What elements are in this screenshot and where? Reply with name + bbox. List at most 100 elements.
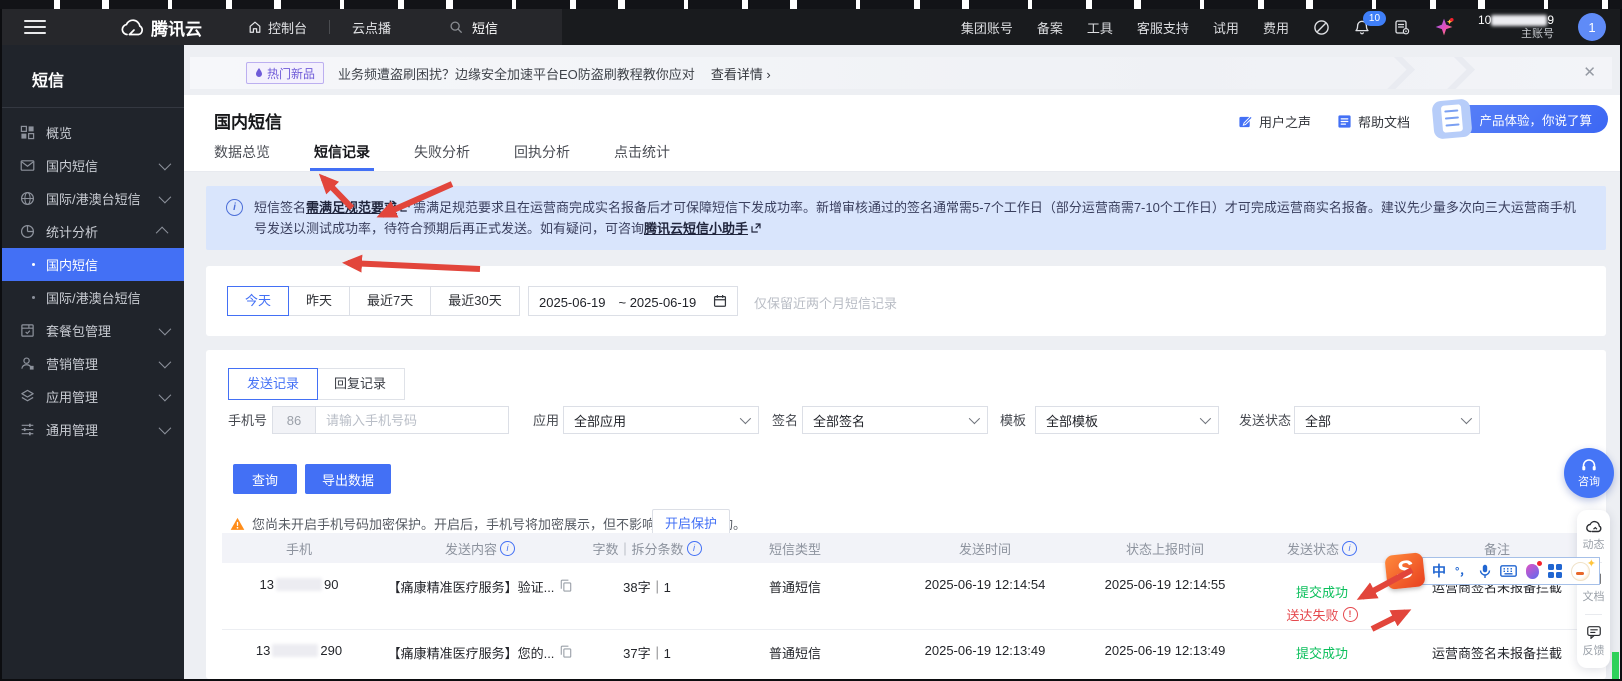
tab-receipt-analysis[interactable]: 回执分析 <box>514 137 570 171</box>
sidebar-item-general[interactable]: 通用管理 <box>2 413 184 446</box>
rewards-star-icon[interactable] <box>1434 17 1454 37</box>
product-link-vod[interactable]: 云点播 <box>352 18 391 37</box>
tab-send-records[interactable]: 发送记录 <box>228 368 318 400</box>
ime-punctuation[interactable]: °， <box>1455 563 1470 579</box>
sidebar-item-label: 国际/港澳台短信 <box>46 288 141 307</box>
menu-icp[interactable]: 备案 <box>1037 18 1063 37</box>
phone-country-prefix: 86 <box>272 406 316 434</box>
sidebar-subitem-domestic-sms-active[interactable]: 国内短信 <box>2 248 184 281</box>
tab-reply-records[interactable]: 回复记录 <box>315 368 405 400</box>
rail-item-label: 反馈 <box>1583 642 1605 658</box>
search-value: 短信 <box>472 18 498 37</box>
ime-mode-chinese[interactable]: 中 <box>1432 561 1446 581</box>
package-icon <box>20 323 36 339</box>
export-button[interactable]: 导出数据 <box>305 464 391 494</box>
notifications-bell-icon[interactable]: 10 <box>1354 19 1370 36</box>
tab-click-stats[interactable]: 点击统计 <box>614 137 670 171</box>
template-select[interactable]: 全部模板 <box>1035 406 1219 434</box>
keyboard-icon[interactable] <box>1500 565 1517 577</box>
rail-item-label: 动态 <box>1583 536 1605 552</box>
rail-item-updates[interactable]: 动态 <box>1583 520 1605 552</box>
template-label: 模板 <box>1000 406 1026 436</box>
sidebar-item-marketing[interactable]: 营销管理 <box>2 347 184 380</box>
copy-icon[interactable] <box>560 645 572 658</box>
app-select[interactable]: 全部应用 <box>563 406 759 434</box>
error-info-icon[interactable]: ! <box>1343 607 1358 622</box>
range-7days-button[interactable]: 最近7天 <box>349 286 431 316</box>
range-yesterday-button[interactable]: 昨天 <box>288 286 350 316</box>
notice-spec-link[interactable]: 需满足规范要求 <box>306 200 397 215</box>
topbar-left: 腾讯云 控制台 云点播 短信 <box>2 15 498 40</box>
menu-tools[interactable]: 工具 <box>1087 18 1113 37</box>
layers-icon <box>20 389 36 405</box>
ime-toolbox-icon[interactable] <box>1548 564 1562 578</box>
cell-content: 【痛康精准医疗服务】验证... <box>376 563 584 629</box>
ime-skin-icon[interactable] <box>1526 564 1539 579</box>
range-today-button[interactable]: 今天 <box>227 286 289 316</box>
phone-input[interactable] <box>315 406 509 434</box>
help-docs-link[interactable]: 帮助文档 <box>1337 112 1410 131</box>
tab-data-overview[interactable]: 数据总览 <box>214 137 270 171</box>
sogou-logo[interactable]: S <box>1384 552 1425 590</box>
sidebar-item-package[interactable]: 套餐包管理 <box>2 314 184 347</box>
info-icon[interactable]: i <box>1342 541 1357 556</box>
send-status-select[interactable]: 全部 <box>1294 406 1480 434</box>
external-link-icon <box>751 223 761 233</box>
search-icon <box>449 20 463 34</box>
cloud-icon <box>1586 520 1602 533</box>
sidebar-item-domestic-sms[interactable]: 国内短信 <box>2 149 184 182</box>
ime-emoji-icon[interactable]: ✦ <box>1571 562 1590 581</box>
document-icon <box>1337 114 1352 129</box>
globe-icon <box>20 191 36 207</box>
date-range-picker[interactable]: 2025-06-19 ~ 2025-06-19 <box>528 286 738 316</box>
sidebar-subitem-intl-sms[interactable]: 国际/港澳台短信 <box>2 281 184 314</box>
decoration <box>1357 57 1415 89</box>
quick-access-icon[interactable] <box>1313 19 1330 36</box>
promo-detail-link[interactable]: 查看详情 › <box>711 64 771 83</box>
ticket-icon[interactable] <box>1394 19 1410 35</box>
chevron-down-icon <box>159 389 172 402</box>
sidebar-item-label: 国内短信 <box>46 156 98 175</box>
product-experience-button[interactable]: 产品体验，你说了算 <box>1437 105 1608 133</box>
query-button[interactable]: 查询 <box>233 464 297 494</box>
bullet-icon <box>32 296 35 299</box>
sidebar-item-apps[interactable]: 应用管理 <box>2 380 184 413</box>
avatar[interactable]: 1 <box>1578 13 1606 41</box>
consult-button[interactable]: 咨询 <box>1564 448 1614 498</box>
sidebar-item-stats[interactable]: 统计分析 <box>2 215 184 248</box>
topbar: 腾讯云 控制台 云点播 短信 集团账号 备案 工具 客服支持 <box>2 9 1620 45</box>
microphone-icon[interactable] <box>1479 564 1491 579</box>
rail-item-feedback[interactable]: 反馈 <box>1583 625 1605 658</box>
hamburger-menu-icon[interactable] <box>24 20 46 34</box>
menu-trial[interactable]: 试用 <box>1213 18 1239 37</box>
notice-assistant-link[interactable]: 腾讯云短信小助手 <box>644 221 748 236</box>
close-icon[interactable]: ✕ <box>1583 65 1596 80</box>
info-icon[interactable]: i <box>687 541 702 556</box>
enable-protection-button[interactable]: 开启保护 <box>652 509 730 536</box>
brand-logo[interactable]: 腾讯云 <box>120 15 202 40</box>
phone-blur <box>272 644 318 657</box>
chevron-down-icon <box>159 422 172 435</box>
page-header: 国内短信 用户之声 帮助文档 产品体验，你说了算 数据总览 短信记录 失败分析 … <box>184 95 1620 172</box>
range-30days-button[interactable]: 最近30天 <box>430 286 519 316</box>
user-voice-link[interactable]: 用户之声 <box>1238 112 1311 131</box>
menu-support[interactable]: 客服支持 <box>1137 18 1189 37</box>
info-icon[interactable]: i <box>500 541 515 556</box>
divider <box>2 107 184 108</box>
menu-group-account[interactable]: 集团账号 <box>961 18 1013 37</box>
account-info[interactable]: 109 主账号 <box>1478 13 1554 41</box>
tab-failure-analysis[interactable]: 失败分析 <box>414 137 470 171</box>
console-link[interactable]: 控制台 <box>248 18 307 37</box>
ime-toolbar: S 中 °， ✦ <box>1386 554 1600 588</box>
copy-icon[interactable] <box>560 579 572 592</box>
tab-sms-records[interactable]: 短信记录 <box>314 137 370 171</box>
topbar-search[interactable]: 短信 <box>449 18 498 37</box>
signature-select[interactable]: 全部签名 <box>802 406 988 434</box>
template-select-value: 全部模板 <box>1046 411 1098 430</box>
menu-billing[interactable]: 费用 <box>1263 18 1289 37</box>
phone-label: 手机号 <box>228 406 267 436</box>
col-count: 字数｜拆分条数i <box>584 533 710 563</box>
sidebar-item-overview[interactable]: 概览 <box>2 116 184 149</box>
consult-label: 咨询 <box>1578 473 1600 489</box>
sidebar-item-intl-sms[interactable]: 国际/港澳台短信 <box>2 182 184 215</box>
